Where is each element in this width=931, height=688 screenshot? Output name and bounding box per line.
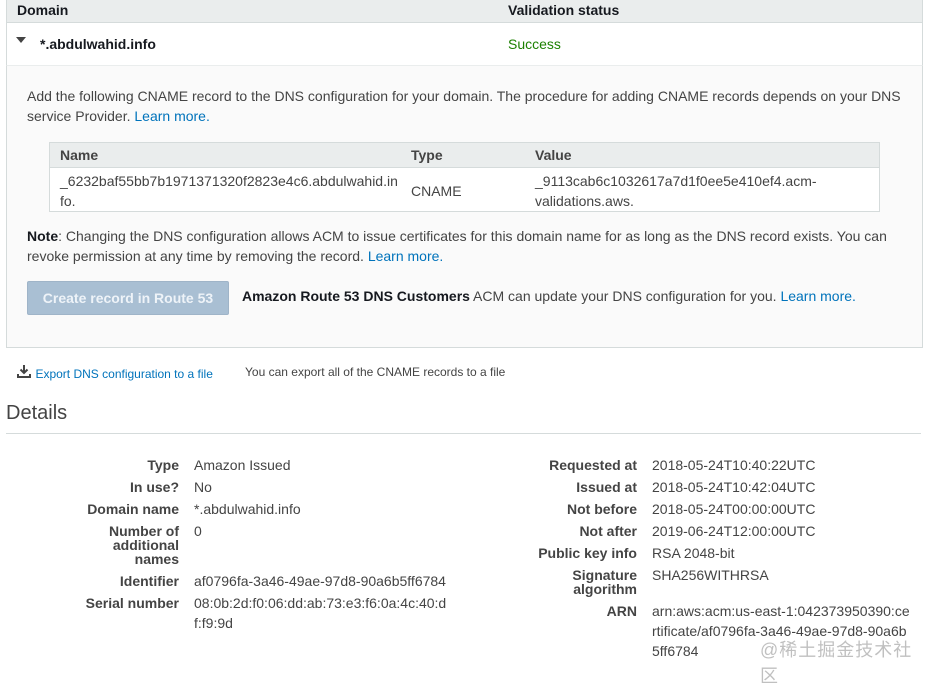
route53-info: Amazon Route 53 DNS Customers ACM can up…	[242, 286, 856, 306]
note-label: Note	[27, 228, 59, 244]
cname-name-line: fo.	[60, 193, 76, 209]
detail-value-identifier[interactable]: af0796fa-3a46-49ae-97d8-90a6b5ff6784	[194, 571, 446, 591]
detail-value-type: Amazon Issued	[194, 457, 291, 473]
download-icon	[17, 365, 35, 382]
detail-value-public-key-info: RSA 2048-bit	[652, 545, 735, 561]
learn-more-link[interactable]: Learn more.	[368, 248, 443, 264]
watermark: @稀土掘金技术社区	[760, 640, 913, 686]
detail-label-issued-at: Issued at	[576, 479, 637, 495]
caret-down-icon[interactable]	[16, 37, 26, 43]
create-record-route53-button[interactable]: Create record in Route 53	[27, 281, 229, 315]
cname-name-line: _6232baf55bb7b1971371320f2823e4c6.abdulw…	[60, 173, 398, 189]
detail-label-domain-name: Domain name	[87, 501, 179, 517]
detail-value-signature-algorithm: SHA256WITHRSA	[652, 567, 769, 583]
detail-label-serial-number: Serial number	[85, 595, 179, 611]
detail-value-not-after: 2019-06-24T12:00:00UTC	[652, 523, 816, 539]
export-hint: You can export all of the CNAME records …	[245, 365, 506, 379]
detail-value-additional-names: 0	[194, 523, 202, 539]
validation-status: Success	[508, 36, 561, 52]
column-header-value: Value	[535, 147, 572, 163]
cname-value-line: validations.aws.	[535, 193, 634, 209]
export-dns-link[interactable]: Export DNS configuration to a file	[17, 364, 213, 383]
detail-value-not-before: 2018-05-24T00:00:00UTC	[652, 501, 816, 517]
note-text: : Changing the DNS configuration allows …	[27, 228, 887, 264]
column-header-validation-status: Validation status	[508, 2, 620, 18]
detail-label-arn: ARN	[606, 603, 637, 619]
learn-more-link[interactable]: Learn more.	[780, 288, 855, 304]
domain-name: *.abdulwahid.info	[40, 36, 156, 52]
domain-row[interactable]: *.abdulwahid.info Success	[6, 22, 923, 66]
cname-table-header: Name Type Value	[50, 143, 879, 168]
cname-instructions: Add the following CNAME record to the DN…	[27, 86, 907, 126]
detail-label-in-use: In use?	[129, 479, 179, 495]
detail-label-identifier: Identifier	[119, 573, 179, 589]
column-header-type: Type	[411, 147, 443, 163]
detail-value-issued-at: 2018-05-24T10:42:04UTC	[652, 479, 816, 495]
detail-label-not-before: Not before	[567, 501, 637, 517]
domain-table-header: Domain Validation status	[6, 0, 923, 23]
column-header-name: Name	[60, 147, 99, 163]
detail-label-additional-names: Number of additional names	[109, 523, 179, 567]
cname-type-cell: CNAME	[411, 183, 462, 199]
cname-record-table: Name Type Value _6232baf55bb7b1971371320…	[49, 142, 880, 212]
detail-label-signature-algorithm: Signature algorithm	[572, 567, 637, 597]
detail-value-in-use: No	[194, 479, 212, 495]
dns-validation-panel: Add the following CNAME record to the DN…	[6, 66, 923, 348]
detail-value-requested-at: 2018-05-24T10:40:22UTC	[652, 457, 816, 473]
detail-value-serial-number: 08:0b:2d:f0:06:dd:ab:73:e3:f6:0a:4c:40:d…	[194, 595, 447, 631]
cname-value-line: _9113cab6c1032617a7d1f0ee5e410ef4.acm-	[535, 173, 817, 189]
column-header-domain: Domain	[17, 2, 69, 18]
learn-more-link[interactable]: Learn more.	[134, 108, 209, 124]
detail-label-type: Type	[147, 457, 179, 473]
dns-note: Note: Changing the DNS configuration all…	[27, 226, 907, 266]
route53-text: ACM can update your DNS configuration fo…	[469, 288, 777, 304]
detail-label-not-after: Not after	[579, 523, 637, 539]
detail-label-public-key-info: Public key info	[538, 545, 637, 561]
export-link-label[interactable]: Export DNS configuration to a file	[35, 367, 212, 381]
route53-bold-text: Amazon Route 53 DNS Customers	[242, 288, 470, 304]
details-title: Details	[6, 402, 68, 424]
detail-value-domain-name: *.abdulwahid.info	[194, 501, 301, 517]
cname-value-cell: _9113cab6c1032617a7d1f0ee5e410ef4.acm- v…	[535, 171, 817, 211]
cname-name-cell: _6232baf55bb7b1971371320f2823e4c6.abdulw…	[60, 171, 398, 211]
details-divider	[6, 433, 921, 434]
detail-label-requested-at: Requested at	[549, 457, 637, 473]
